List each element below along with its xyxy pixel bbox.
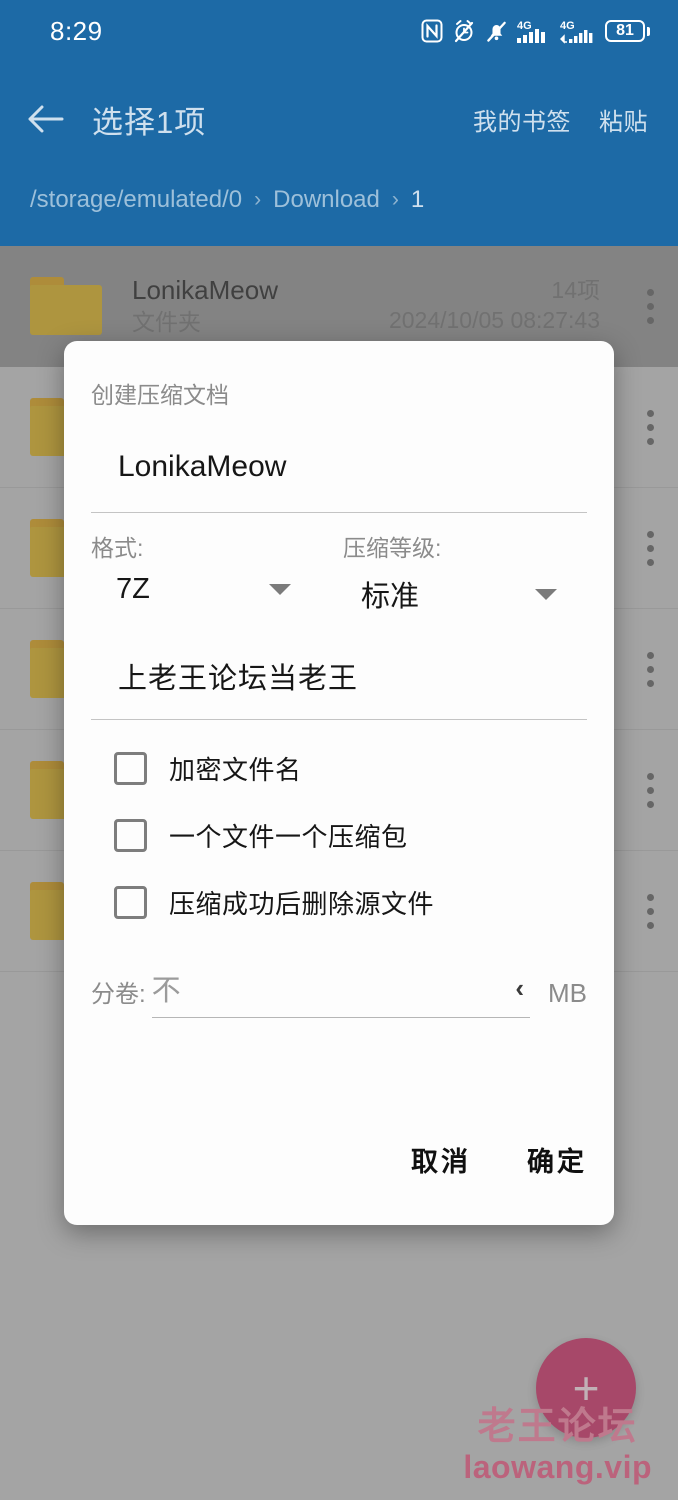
password-input[interactable]: 上老王论坛当老王: [91, 615, 587, 697]
notifications-off-icon: [487, 21, 506, 42]
dialog-actions: 取消 确定: [411, 1140, 587, 1179]
checkbox-delete-source-after[interactable]: 压缩成功后删除源文件: [91, 854, 587, 921]
phone-screen: LonikaMeow 文件夹 14项 2024/10/05 08:27:43 +…: [0, 0, 678, 1500]
breadcrumb: /storage/emulated/0 › Download › 1: [30, 186, 424, 214]
checkbox-box[interactable]: [114, 886, 147, 919]
compression-level-value: 标准: [361, 581, 420, 613]
split-volume-label: 分卷:: [91, 981, 146, 1008]
format-level-row: 格式: 7Z 压缩等级: 标准: [91, 513, 587, 615]
battery-level: 81: [616, 22, 634, 39]
format-label: 格式:: [91, 535, 144, 561]
chevron-right-icon: ›: [391, 188, 399, 211]
breadcrumb-item-download[interactable]: Download: [273, 186, 380, 214]
battery-icon: 81: [605, 20, 650, 42]
checkbox-label: 压缩成功后删除源文件: [169, 889, 435, 919]
format-value: 7Z: [116, 573, 150, 605]
page-title: 选择1项: [92, 104, 207, 140]
archive-name-input[interactable]: LonikaMeow: [91, 410, 587, 494]
create-archive-dialog: 创建压缩文档 LonikaMeow 格式: 7Z 压缩等级: 标准 上老王论坛当…: [64, 341, 614, 1225]
split-volume-input[interactable]: 不 ‹: [151, 967, 530, 1018]
chevron-down-icon: [535, 588, 557, 600]
status-bar: 8:29 4G 4G 81: [0, 0, 678, 62]
split-volume-row: 分卷: 不 ‹ MB: [91, 921, 587, 1018]
bookmarks-button[interactable]: 我的书签: [459, 102, 585, 137]
back-arrow-icon: [28, 105, 64, 133]
status-clock: 8:29: [50, 15, 103, 46]
title-row: 选择1项 我的书签 粘贴: [0, 78, 678, 160]
checkbox-box[interactable]: [114, 819, 147, 852]
app-bar: 8:29 4G 4G 81 选择1项 我的书签 粘贴 /storage/emul…: [0, 0, 678, 246]
nfc-icon: [421, 19, 443, 43]
checkbox-label: 一个文件一个压缩包: [169, 822, 408, 852]
chevron-left-icon[interactable]: ‹: [515, 975, 530, 1001]
checkbox-box[interactable]: [114, 752, 147, 785]
checkbox-encrypt-filenames[interactable]: 加密文件名: [91, 720, 587, 787]
dialog-title: 创建压缩文档: [91, 382, 229, 408]
split-volume-placeholder: 不: [151, 975, 181, 1007]
cancel-button[interactable]: 取消: [411, 1140, 471, 1179]
alarm-off-icon: [454, 20, 474, 43]
confirm-button[interactable]: 确定: [527, 1140, 587, 1179]
breadcrumb-item-current[interactable]: 1: [411, 186, 424, 214]
checkbox-label: 加密文件名: [169, 755, 302, 785]
svg-text:4G: 4G: [560, 20, 575, 32]
signal-4g-icon: 4G: [517, 20, 545, 43]
chevron-down-icon: [269, 584, 291, 595]
paste-button[interactable]: 粘贴: [585, 102, 678, 137]
format-select[interactable]: 格式: 7Z: [91, 529, 321, 615]
compression-level-select[interactable]: 压缩等级: 标准: [321, 529, 587, 615]
back-button[interactable]: [0, 78, 92, 160]
signal-4g-secondary-icon: 4G: [560, 20, 593, 44]
compression-level-label: 压缩等级:: [343, 535, 442, 561]
breadcrumb-item-root[interactable]: /storage/emulated/0: [30, 186, 242, 214]
chevron-right-icon: ›: [254, 188, 262, 211]
svg-text:4G: 4G: [517, 20, 532, 32]
status-icon-tray: 4G 4G 81: [421, 18, 650, 44]
split-volume-unit: MB: [548, 978, 587, 1008]
checkbox-one-archive-per-file[interactable]: 一个文件一个压缩包: [91, 787, 587, 854]
